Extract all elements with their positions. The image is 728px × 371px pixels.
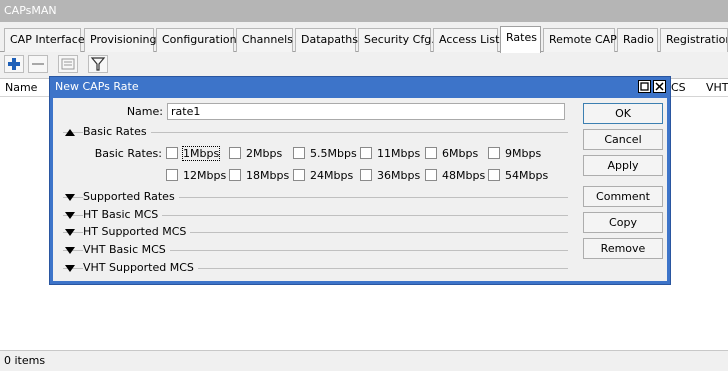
dialog-body: Name: rate1 Basic Rates Basic Rates: 1Mb… (53, 98, 667, 281)
remove-button[interactable] (28, 55, 48, 73)
filter-button[interactable] (88, 55, 108, 73)
checkbox[interactable] (425, 147, 437, 159)
filter-icon (90, 57, 106, 71)
name-input[interactable]: rate1 (167, 103, 565, 120)
rate-label: 11Mbps (377, 147, 421, 160)
toolbar (0, 53, 728, 77)
status-bar: 0 items (0, 350, 728, 370)
expand-arrow-icon (65, 194, 75, 201)
tab-access-list[interactable]: Access List (433, 28, 499, 52)
rate-label: 54Mbps (505, 169, 549, 182)
section-supported-rates[interactable]: Supported Rates (57, 190, 568, 204)
rate-label: 48Mbps (442, 169, 486, 182)
section-label: HT Supported MCS (83, 225, 191, 238)
dialog-title: New CAPs Rate (55, 80, 139, 93)
checkbox[interactable] (360, 147, 372, 159)
ok-button[interactable]: OK (583, 103, 663, 124)
comment-icon (61, 58, 75, 70)
tab-cap-interface[interactable]: CAP Interface (4, 28, 85, 52)
expand-arrow-icon (65, 229, 75, 236)
checkbox[interactable] (360, 169, 372, 181)
rate-label: 2Mbps (246, 147, 283, 160)
tab-bar: CAP Interface Provisioning Configuration… (0, 26, 728, 53)
section-label: Supported Rates (83, 190, 179, 203)
section-ht-basic-mcs[interactable]: HT Basic MCS (57, 208, 568, 222)
rate-label: 6Mbps (442, 147, 479, 160)
tab-channels[interactable]: Channels (236, 28, 293, 52)
section-label: HT Basic MCS (83, 208, 163, 221)
tab-configurations[interactable]: Configurations (156, 28, 242, 52)
rate-label: 5.5Mbps (310, 147, 357, 160)
expand-arrow-icon (65, 247, 75, 254)
tab-radio[interactable]: Radio (617, 28, 658, 52)
tab-datapaths[interactable]: Datapaths (295, 28, 358, 52)
checkbox[interactable] (293, 169, 305, 181)
expand-arrow-icon (65, 212, 75, 219)
add-button[interactable] (4, 55, 24, 73)
checkbox[interactable] (488, 169, 500, 181)
column-name[interactable]: Name (5, 81, 37, 94)
section-label: VHT Supported MCS (83, 261, 198, 274)
maximize-icon (640, 82, 649, 91)
column-cs[interactable]: CS (671, 81, 686, 94)
checkbox[interactable] (166, 147, 178, 159)
apply-button[interactable]: Apply (583, 155, 663, 176)
maximize-button[interactable] (638, 80, 651, 93)
minus-icon (32, 63, 44, 65)
copy-button[interactable]: Copy (583, 212, 663, 233)
new-caps-rate-dialog: New CAPs Rate Name: rate1 Basic Rates Ba… (49, 76, 671, 285)
section-label: Basic Rates (83, 125, 151, 138)
section-vht-supported-mcs[interactable]: VHT Supported MCS (57, 261, 568, 275)
tab-security-cfg[interactable]: Security Cfg. (358, 28, 435, 52)
comment-button[interactable]: Comment (583, 186, 663, 207)
checkbox[interactable] (229, 147, 241, 159)
basic-rates-label: Basic Rates: (94, 147, 162, 160)
remove-button[interactable]: Remove (583, 238, 663, 259)
rate-label: 1Mbps (181, 146, 221, 161)
name-label: Name: (126, 105, 163, 118)
cancel-button[interactable]: Cancel (583, 129, 663, 150)
expand-arrow-icon (65, 265, 75, 272)
collapse-arrow-icon (65, 129, 75, 136)
close-icon (655, 82, 664, 91)
section-label: VHT Basic MCS (83, 243, 170, 256)
rate-label: 12Mbps (183, 169, 227, 182)
comment-button[interactable] (58, 55, 78, 73)
tab-registration-table[interactable]: Registration T (660, 28, 728, 52)
section-vht-basic-mcs[interactable]: VHT Basic MCS (57, 243, 568, 257)
rate-label: 9Mbps (505, 147, 542, 160)
rate-label: 18Mbps (246, 169, 290, 182)
tab-remote-cap[interactable]: Remote CAP (543, 28, 617, 52)
tab-provisioning[interactable]: Provisioning (84, 28, 157, 52)
rate-label: 24Mbps (310, 169, 354, 182)
section-basic-rates[interactable]: Basic Rates (57, 125, 568, 139)
checkbox[interactable] (425, 169, 437, 181)
section-ht-supported-mcs[interactable]: HT Supported MCS (57, 225, 568, 239)
checkbox[interactable] (229, 169, 241, 181)
checkbox[interactable] (166, 169, 178, 181)
plus-icon (8, 58, 20, 70)
rate-label: 36Mbps (377, 169, 421, 182)
checkbox[interactable] (293, 147, 305, 159)
window-title: CAPsMAN (0, 0, 728, 22)
checkbox[interactable] (488, 147, 500, 159)
close-button[interactable] (653, 80, 666, 93)
tab-rates[interactable]: Rates (500, 26, 541, 53)
column-vht[interactable]: VHT (706, 81, 728, 94)
